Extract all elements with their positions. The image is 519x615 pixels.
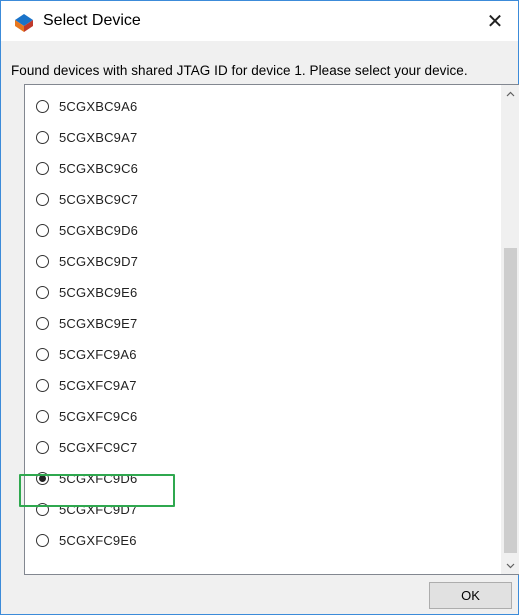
chevron-down-icon <box>506 563 515 568</box>
title-bar: Select Device ✕ <box>1 1 518 41</box>
device-list-items: 5CGTFD9E5 5CGXBC9A6 5CGXBC9A7 5CGXBC9C6 5CGX… <box>25 85 502 557</box>
radio-button[interactable] <box>36 162 49 175</box>
device-option[interactable]: 5CGXFC9A7 <box>25 371 502 402</box>
select-device-dialog: Select Device ✕ Found devices with share… <box>0 0 519 615</box>
device-option[interactable]: 5CGXFC9C6 <box>25 402 502 433</box>
device-option[interactable]: 5CGXFC9D6 <box>25 464 502 495</box>
vertical-scrollbar[interactable] <box>501 85 519 574</box>
device-option-label: 5CGXFC9C7 <box>59 440 138 455</box>
device-list[interactable]: 5CGTFD9E5 5CGXBC9A6 5CGXBC9A7 5CGXBC9C6 5CGX… <box>24 84 519 575</box>
radio-button[interactable] <box>36 441 49 454</box>
device-option-label: 5CGXFC9C6 <box>59 409 138 424</box>
device-option[interactable]: 5CGXFC9C7 <box>25 433 502 464</box>
device-option-label: 5CGXBC9A6 <box>59 99 138 114</box>
device-option[interactable]: 5CGXBC9A7 <box>25 123 502 154</box>
device-list-viewport: 5CGTFD9E5 5CGXBC9A6 5CGXBC9A7 5CGXBC9C6 5CGX… <box>25 85 502 574</box>
radio-button[interactable] <box>36 131 49 144</box>
radio-button[interactable] <box>36 286 49 299</box>
radio-button-selected[interactable] <box>36 472 49 485</box>
radio-button[interactable] <box>36 100 49 113</box>
device-option[interactable]: 5CGXBC9A6 <box>25 92 502 123</box>
radio-button[interactable] <box>36 410 49 423</box>
device-option-label: 5CGXBC9E7 <box>59 316 138 331</box>
device-option[interactable]: 5CGXBC9E6 <box>25 278 502 309</box>
device-option-label: 5CGXBC9D7 <box>59 254 139 269</box>
device-option-label: 5CGXFC9D7 <box>59 502 138 517</box>
radio-button[interactable] <box>36 534 49 547</box>
device-option[interactable]: 5CGXBC9C7 <box>25 185 502 216</box>
device-option-label: 5CGXBC9A7 <box>59 130 138 145</box>
ok-button[interactable]: OK <box>429 582 512 609</box>
device-option[interactable]: 5CGXFC9A6 <box>25 340 502 371</box>
device-option-label: 5CGXFC9A7 <box>59 378 137 393</box>
close-button[interactable]: ✕ <box>472 1 518 41</box>
device-option[interactable]: 5CGXBC9C6 <box>25 154 502 185</box>
radio-button[interactable] <box>36 255 49 268</box>
radio-button[interactable] <box>36 193 49 206</box>
radio-button[interactable] <box>36 503 49 516</box>
window-title: Select Device <box>43 12 141 29</box>
device-option-label: 5CGXBC9D6 <box>59 223 139 238</box>
device-option[interactable]: 5CGXBC9D7 <box>25 247 502 278</box>
device-option-label: 5CGXFC9A6 <box>59 347 137 362</box>
close-icon: ✕ <box>486 10 504 33</box>
quartus-app-icon <box>15 14 33 32</box>
chevron-up-icon <box>506 91 515 96</box>
radio-button[interactable] <box>36 224 49 237</box>
device-option[interactable]: 5CGXFC9D7 <box>25 495 502 526</box>
radio-button[interactable] <box>36 317 49 330</box>
device-option[interactable]: 5CGXFC9E6 <box>25 526 502 557</box>
radio-button[interactable] <box>36 379 49 392</box>
device-option-label: 5CGXFC9D6 <box>59 471 138 486</box>
instruction-text: Found devices with shared JTAG ID for de… <box>11 63 468 78</box>
device-option[interactable]: 5CGXBC9D6 <box>25 216 502 247</box>
device-option[interactable]: 5CGXBC9E7 <box>25 309 502 340</box>
device-option-label: 5CGXBC9C6 <box>59 161 139 176</box>
radio-button[interactable] <box>36 348 49 361</box>
device-option-label: 5CGXBC9C7 <box>59 192 139 207</box>
scroll-thumb[interactable] <box>504 248 517 553</box>
scroll-up-button[interactable] <box>502 85 519 102</box>
device-option[interactable]: 5CGTFD9E5 <box>25 85 502 92</box>
scroll-down-button[interactable] <box>502 557 519 574</box>
device-option-label: 5CGXFC9E6 <box>59 533 137 548</box>
device-option-label: 5CGXBC9E6 <box>59 285 138 300</box>
